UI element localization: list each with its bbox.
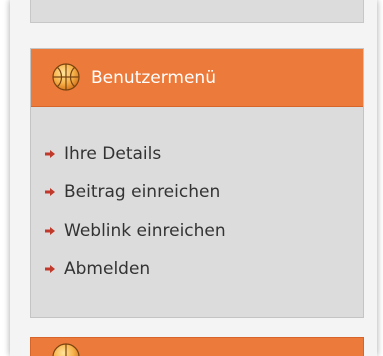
previous-module-panel	[30, 0, 364, 23]
menu-item-submit-article[interactable]: Beitrag einreichen	[31, 180, 291, 204]
user-menu-module: Benutzermenü Ihre Details Beitrag einrei…	[30, 48, 364, 318]
menu-link-your-details[interactable]: Ihre Details	[64, 142, 161, 166]
basketball-icon	[52, 63, 80, 91]
arrow-right-icon	[45, 227, 55, 235]
user-menu-header: Benutzermenü	[31, 49, 363, 107]
menu-item-submit-weblink[interactable]: Weblink einreichen	[31, 219, 291, 243]
user-menu-title: Benutzermenü	[91, 68, 216, 88]
basketball-icon	[52, 343, 80, 356]
arrow-right-icon	[45, 188, 55, 196]
menu-link-submit-weblink[interactable]: Weblink einreichen	[64, 219, 226, 243]
next-module-header	[30, 337, 364, 356]
menu-item-logout[interactable]: Abmelden	[31, 257, 291, 281]
menu-link-submit-article[interactable]: Beitrag einreichen	[64, 180, 220, 204]
arrow-right-icon	[45, 265, 55, 273]
menu-link-logout[interactable]: Abmelden	[64, 257, 150, 281]
arrow-right-icon	[45, 150, 55, 158]
menu-item-your-details[interactable]: Ihre Details	[31, 142, 291, 166]
